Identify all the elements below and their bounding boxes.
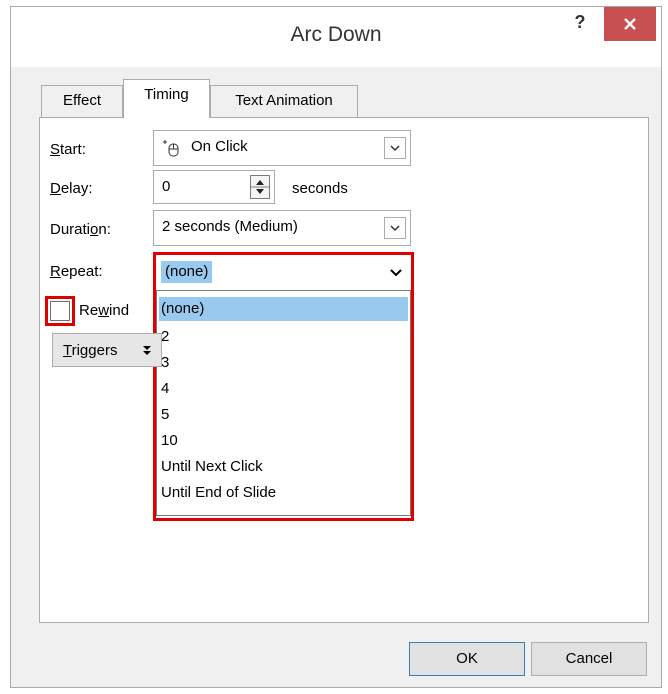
triggers-button[interactable]: Triggers xyxy=(52,333,162,367)
tab-effect[interactable]: Effect xyxy=(41,85,123,117)
ok-button[interactable]: OK xyxy=(409,642,525,676)
rewind-highlight xyxy=(45,296,75,326)
delay-input[interactable]: 0 xyxy=(153,170,275,204)
close-button[interactable] xyxy=(604,7,656,41)
tab-text-animation[interactable]: Text Animation xyxy=(210,85,358,117)
delay-spinner[interactable] xyxy=(250,175,270,199)
chevron-down-icon xyxy=(390,145,400,151)
double-chevron-down-icon xyxy=(143,346,151,355)
triggers-label: Triggers xyxy=(63,342,118,359)
title-bar: Arc Down ? xyxy=(11,7,661,67)
tab-timing[interactable]: Timing xyxy=(123,79,210,118)
repeat-highlight xyxy=(153,252,414,521)
duration-dropdown-button[interactable] xyxy=(384,217,406,239)
duration-label: Duration: xyxy=(50,221,111,238)
chevron-down-icon xyxy=(390,225,400,231)
close-icon xyxy=(624,18,636,30)
start-select[interactable]: On Click xyxy=(153,130,411,166)
start-value: On Click xyxy=(191,138,248,155)
delay-label: Delay: xyxy=(50,180,93,197)
start-dropdown-button[interactable] xyxy=(384,137,406,159)
duration-select[interactable]: 2 seconds (Medium) xyxy=(153,210,411,246)
help-button[interactable]: ? xyxy=(562,7,598,41)
spin-arrows-icon xyxy=(251,180,269,194)
mouse-click-icon xyxy=(162,138,180,162)
start-label: Start: xyxy=(50,141,86,158)
rewind-label: Rewind xyxy=(79,302,130,319)
duration-value: 2 seconds (Medium) xyxy=(162,218,298,235)
delay-unit: seconds xyxy=(292,180,348,197)
repeat-label: Repeat: xyxy=(50,263,103,280)
cancel-button[interactable]: Cancel xyxy=(531,642,647,676)
delay-value: 0 xyxy=(162,178,171,195)
